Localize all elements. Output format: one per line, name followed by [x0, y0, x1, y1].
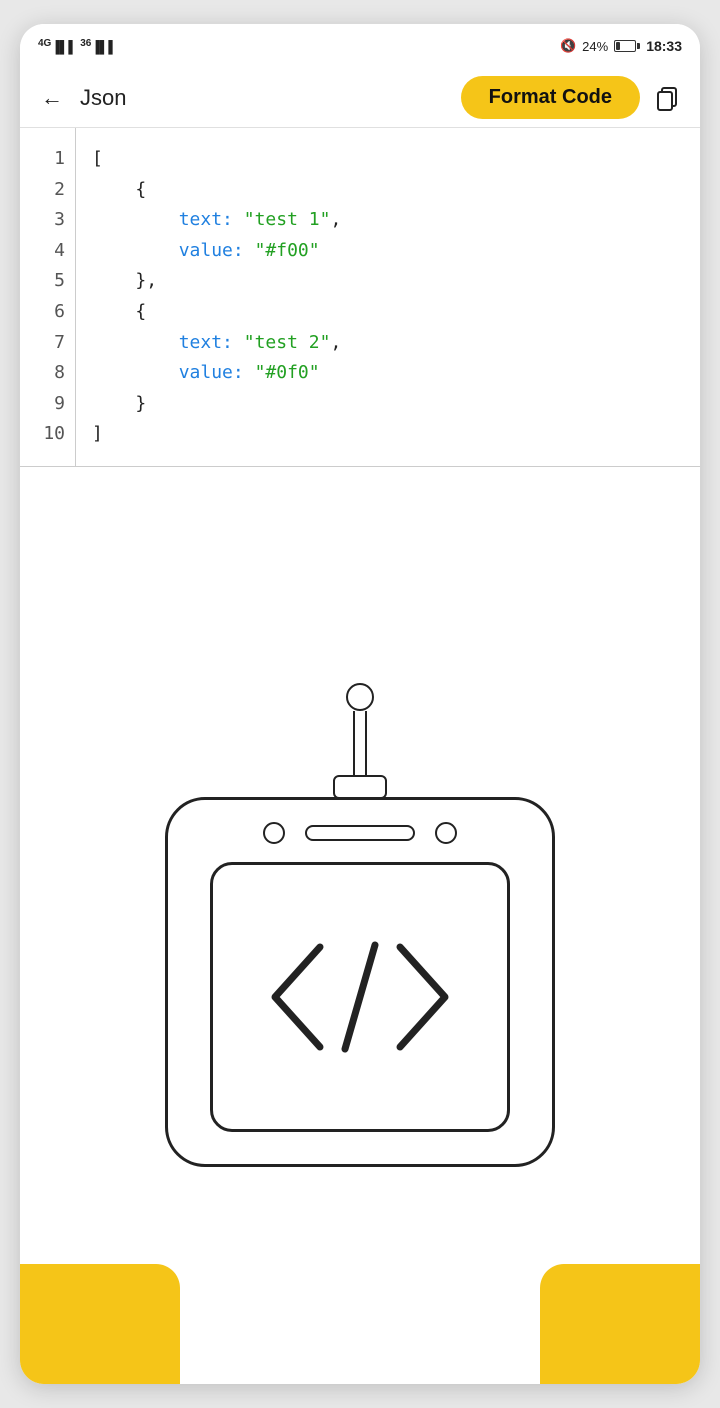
joystick-neck: [353, 711, 367, 775]
status-right: 🔇 24% 18:33: [560, 38, 682, 54]
back-button[interactable]: ←: [34, 80, 70, 116]
copy-icon: [654, 84, 682, 112]
code-content[interactable]: [ { text: "test 1", value: "#f00" }, { t…: [76, 128, 700, 466]
robot-joystick: [333, 683, 387, 799]
mute-icon: 🔇: [560, 38, 576, 54]
battery-percent: 24%: [582, 39, 608, 54]
robot-body: [165, 797, 555, 1167]
line-num: 7: [36, 328, 65, 359]
code-editor: 1 2 3 4 5 6 7 8 9 10 [ { text: "test 1",…: [20, 128, 700, 467]
robot-eye-right: [435, 822, 457, 844]
code-line-2: {: [92, 175, 684, 206]
yellow-corner-right: [540, 1264, 700, 1384]
yellow-corner-left: [20, 1264, 180, 1384]
code-line-1: [: [92, 144, 684, 175]
code-symbol-svg: [260, 927, 460, 1067]
code-line-5: },: [92, 266, 684, 297]
line-num: 6: [36, 297, 65, 328]
robot-illustration: [165, 683, 555, 1167]
app-bar: ← Json Format Code: [20, 68, 700, 128]
joystick-base: [333, 775, 387, 799]
carrier-info: 4G▐▌▌ 36▐▌▌: [38, 38, 117, 54]
line-numbers: 1 2 3 4 5 6 7 8 9 10: [20, 128, 76, 466]
code-line-4: value: "#f00": [92, 236, 684, 267]
code-line-6: {: [92, 297, 684, 328]
status-left: 4G▐▌▌ 36▐▌▌: [38, 38, 117, 54]
code-line-10: ]: [92, 419, 684, 450]
phone-frame: 4G▐▌▌ 36▐▌▌ 🔇 24% 18:33 ← Json Format Co…: [20, 24, 700, 1384]
format-code-button[interactable]: Format Code: [461, 76, 640, 119]
line-num: 4: [36, 236, 65, 267]
line-num: 8: [36, 358, 65, 389]
app-title: Json: [80, 85, 451, 111]
line-num: 5: [36, 266, 65, 297]
line-num: 9: [36, 389, 65, 420]
code-symbol: [260, 927, 460, 1067]
clock: 18:33: [646, 38, 682, 54]
robot-top-row: [263, 822, 457, 844]
status-bar: 4G▐▌▌ 36▐▌▌ 🔇 24% 18:33: [20, 24, 700, 68]
illustration-area: [20, 467, 700, 1384]
code-line-3: text: "test 1",: [92, 205, 684, 236]
code-line-7: text: "test 2",: [92, 328, 684, 359]
robot-screen: [210, 862, 510, 1132]
back-arrow-icon: ←: [41, 85, 63, 111]
line-num: 3: [36, 205, 65, 236]
robot-slot: [305, 825, 415, 841]
battery-icon: [614, 40, 640, 52]
line-num: 2: [36, 175, 65, 206]
robot-eye-left: [263, 822, 285, 844]
copy-button[interactable]: [650, 80, 686, 116]
line-num: 10: [36, 419, 65, 450]
code-line-8: value: "#0f0": [92, 358, 684, 389]
line-num: 1: [36, 144, 65, 175]
code-line-9: }: [92, 389, 684, 420]
joystick-ball: [346, 683, 374, 711]
